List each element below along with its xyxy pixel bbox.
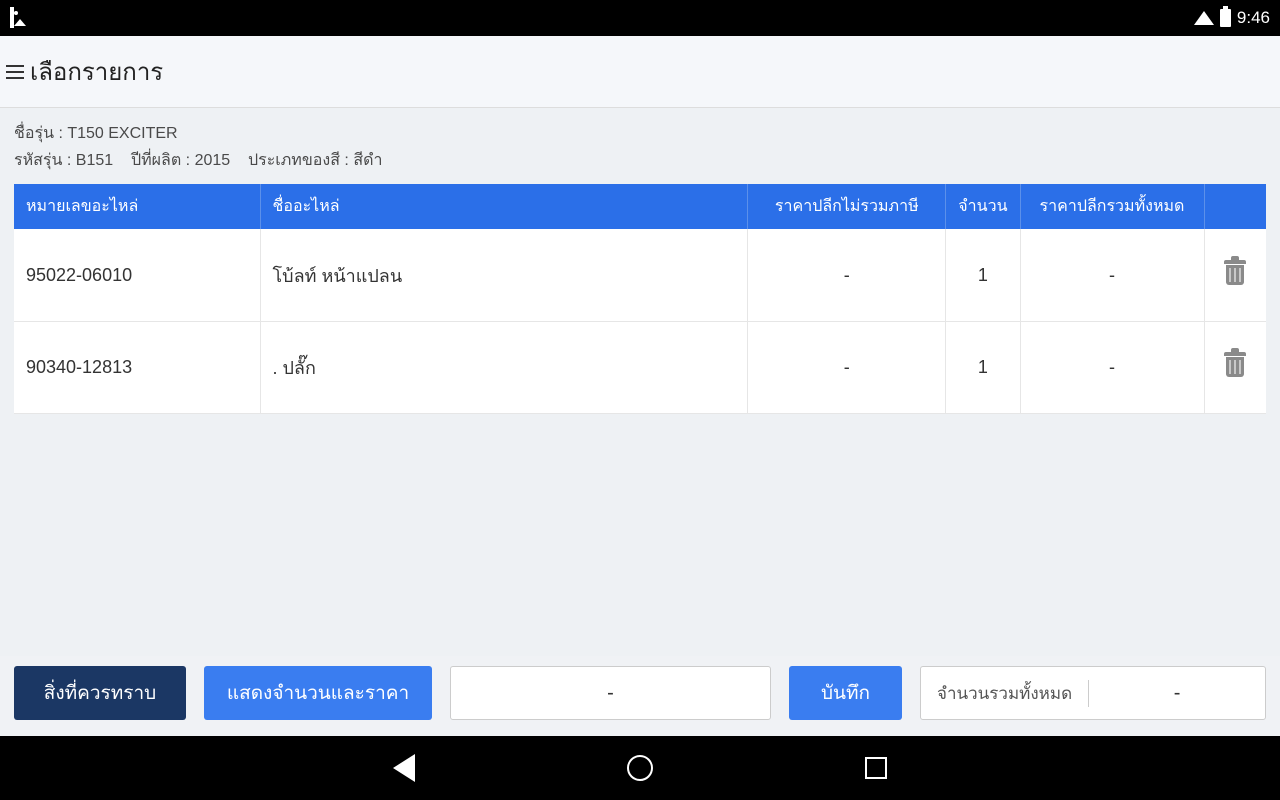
table-row[interactable]: 95022-06010 โบ้ลท์ หน้าแปลน - 1 - [14,229,1266,321]
save-button[interactable]: บันทึก [789,666,902,720]
nav-recent-button[interactable] [858,750,894,786]
nav-home-button[interactable] [622,750,658,786]
back-icon [393,754,415,782]
model-name-label: ชื่อรุ่น : [14,125,63,142]
col-header-qty: จำนวน [946,184,1020,229]
cell-qty: 1 [946,321,1020,413]
col-header-partno: หมายเลขอะไหล่ [14,184,260,229]
android-status-bar: 9:46 [0,0,1280,36]
model-code-label: รหัสรุ่น : [14,152,71,169]
model-color-label: ประเภทของสี : [248,152,349,169]
cell-partname: โบ้ลท์ หน้าแปลน [260,229,748,321]
model-info: ชื่อรุ่น : T150 EXCITER รหัสรุ่น : B151 … [14,118,1266,184]
cell-price-ex: - [748,321,946,413]
model-year-value: 2015 [195,152,231,169]
app-bar: เลือกรายการ [0,36,1280,108]
battery-icon [1220,9,1231,27]
model-year-label: ปีที่ผลิต : [131,152,190,169]
nav-back-button[interactable] [386,750,422,786]
wifi-icon [1194,11,1214,25]
cell-partno: 95022-06010 [14,229,260,321]
model-code-value: B151 [76,152,113,169]
total-value: - [1089,682,1265,705]
home-icon [627,755,653,781]
cell-partno: 90340-12813 [14,321,260,413]
cell-qty: 1 [946,229,1020,321]
model-name-value: T150 EXCITER [67,125,177,142]
total-label: จำนวนรวมทั้งหมด [921,680,1089,707]
col-header-price-total: ราคาปลีกรวมทั้งหมด [1020,184,1204,229]
total-display-box: จำนวนรวมทั้งหมด - [920,666,1266,720]
android-nav-bar [0,736,1280,800]
col-header-price-ex: ราคาปลีกไม่รวมภาษี [748,184,946,229]
parts-table: หมายเลขอะไหล่ ชื่ออะไหล่ ราคาปลีกไม่รวมภ… [14,184,1266,414]
col-header-delete [1204,184,1266,229]
cell-price-ex: - [748,229,946,321]
show-qty-price-button[interactable]: แสดงจำนวนและราคา [204,666,432,720]
table-row[interactable]: 90340-12813 . ปลั๊ก - 1 - [14,321,1266,413]
cell-price-total: - [1020,229,1204,321]
button-bar: สิ่งที่ควรทราบ แสดงจำนวนและราคา - บันทึก… [0,656,1280,736]
clock-text: 9:46 [1237,8,1270,28]
cell-price-total: - [1020,321,1204,413]
trash-icon[interactable] [1224,352,1246,378]
page-title: เลือกรายการ [30,52,163,91]
hamburger-icon[interactable] [6,65,24,79]
content-area: ชื่อรุ่น : T150 EXCITER รหัสรุ่น : B151 … [0,108,1280,656]
mid-display-box: - [450,666,771,720]
model-color-value: สีดำ [353,152,382,169]
cell-delete [1204,229,1266,321]
picture-icon [10,7,14,28]
parts-table-wrap: หมายเลขอะไหล่ ชื่ออะไหล่ ราคาปลีกไม่รวมภ… [14,184,1266,414]
cell-partname: . ปลั๊ก [260,321,748,413]
cell-delete [1204,321,1266,413]
recent-icon [865,757,887,779]
trash-icon[interactable] [1224,260,1246,286]
col-header-partname: ชื่ออะไหล่ [260,184,748,229]
notice-button[interactable]: สิ่งที่ควรทราบ [14,666,186,720]
empty-space [14,414,1266,656]
